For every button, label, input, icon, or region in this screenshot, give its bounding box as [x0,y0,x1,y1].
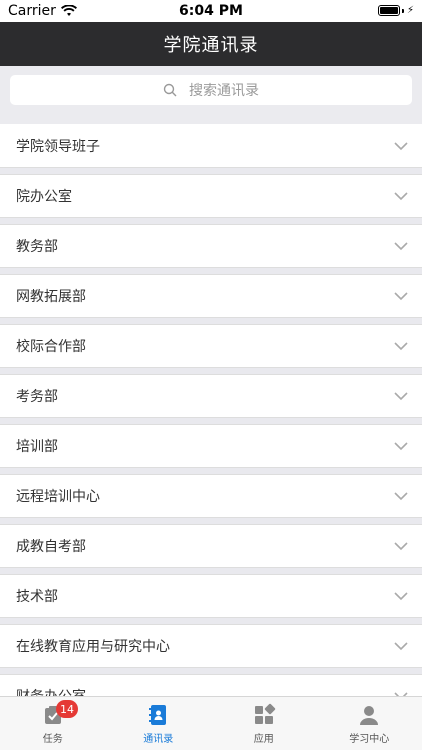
chevron-down-icon [394,492,408,501]
tab-label: 通讯录 [143,733,174,745]
tab-tasks[interactable]: 14 任务 [0,697,106,750]
tab-contacts[interactable]: 通讯录 [106,697,212,750]
battery-icon: ⚡ [377,5,414,16]
list-item[interactable]: 远程培训中心 [0,474,422,518]
status-bar: Carrier 6:04 PM ⚡ [0,0,422,22]
list-item-label: 校际合作部 [16,339,86,355]
chevron-down-icon [394,292,408,301]
list-item-label: 考务部 [16,389,58,405]
nav-bar: 学院通讯录 [0,22,422,66]
tab-bar: 14 任务 通讯录 应用 学习中心 [0,696,422,750]
search-placeholder: 搜索通讯录 [189,83,259,99]
list-item-label: 网教拓展部 [16,289,86,305]
chevron-down-icon [394,242,408,251]
tab-learning-center[interactable]: 学习中心 [317,697,422,750]
department-list: 学院领导班子 院办公室教务部网教拓展部校际合作部考务部培训部远程培训中心 成教自考部… [0,124,422,696]
list-item-label: 培训部 [16,439,58,455]
chevron-down-icon [394,542,408,551]
list-item-label: 院办公室 [16,189,72,205]
task-badge: 14 [56,700,78,718]
list-item-label: 教务部 [16,239,58,255]
list-item[interactable]: 技术部 [0,574,422,618]
list-item-label: 成教自考部 [16,539,86,555]
chevron-down-icon [394,692,408,696]
list-item[interactable]: 成教自考部 [0,524,422,568]
search-bar: 搜索通讯录 [0,66,422,124]
list-item-label: 学院领导班子 [16,138,100,155]
list-item[interactable]: 网教拓展部 [0,274,422,318]
chevron-down-icon [394,642,408,651]
list-item-label: 远程培训中心 [16,489,100,505]
person-icon [360,705,379,725]
page-title: 学院通讯录 [163,35,259,56]
chevron-down-icon [394,141,408,150]
list-item[interactable]: 教务部 [0,224,422,268]
tab-label: 应用 [253,733,274,745]
chevron-down-icon [394,392,408,401]
chevron-down-icon [394,592,408,601]
status-time: 6:04 PM [179,3,243,19]
list-item[interactable]: 培训部 [0,424,422,468]
chevron-down-icon [394,192,408,201]
search-input[interactable]: 搜索通讯录 [10,75,412,105]
chevron-down-icon [394,442,408,451]
contacts-icon [149,704,167,725]
tab-apps[interactable]: 应用 [211,697,317,750]
tab-label: 学习中心 [349,733,390,745]
list-item[interactable]: 在线教育应用与研究中心 [0,624,422,668]
list-item-label: 在线教育应用与研究中心 [16,639,170,655]
chevron-down-icon [394,342,408,351]
list-item[interactable]: 院办公室 [0,174,422,218]
list-item-label: 财务办公室 [16,686,86,696]
tab-label: 任务 [42,733,63,745]
search-icon [163,83,177,97]
list-item[interactable]: 财务办公室 [0,674,422,696]
list-item[interactable]: 考务部 [0,374,422,418]
list-item-label: 技术部 [16,589,58,605]
list-item[interactable]: 校际合作部 [0,324,422,368]
list-item[interactable]: 学院领导班子 [0,124,422,168]
apps-icon [254,703,275,724]
